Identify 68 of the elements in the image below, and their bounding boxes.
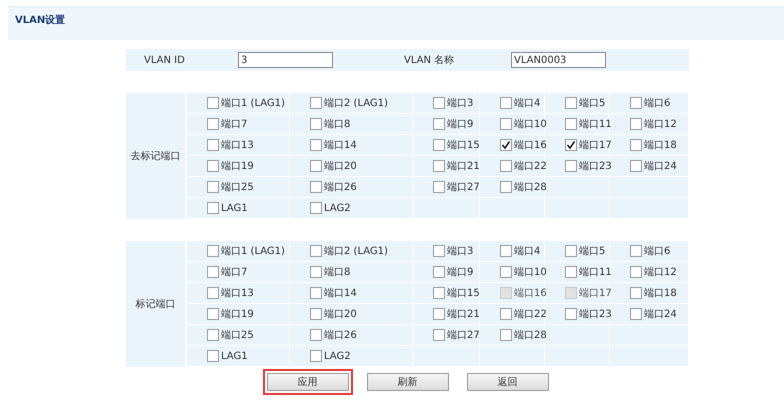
vlan-name-field[interactable]: VLAN0003 — [511, 52, 606, 68]
port-checkbox[interactable]: 端口11 — [565, 116, 612, 132]
checkmark-icon — [566, 140, 576, 150]
port-checkbox[interactable]: 端口8 — [310, 116, 350, 132]
port-checkbox[interactable]: 端口8 — [310, 264, 350, 280]
port-checkbox[interactable]: 端口25 — [207, 328, 254, 342]
port-checkbox[interactable]: 端口6 — [630, 96, 670, 110]
port-checkbox[interactable]: 端口22 — [500, 306, 547, 322]
port-checkbox[interactable]: 端口1 (LAG1) — [207, 244, 285, 258]
port-checkbox[interactable]: 端口2 (LAG1) — [310, 244, 388, 258]
port-checkbox[interactable]: 端口10 — [500, 264, 547, 280]
port-checkbox[interactable]: 端口18 — [630, 138, 677, 152]
port-checkbox[interactable]: 端口27 — [433, 180, 480, 194]
port-checkbox[interactable]: 端口4 — [500, 96, 540, 110]
action-button[interactable]: 应用 — [262, 369, 352, 395]
port-checkbox[interactable]: 端口5 — [565, 96, 606, 110]
checkmark-icon — [501, 140, 511, 150]
port-checkbox[interactable]: 端口20 — [310, 306, 357, 322]
port-checkbox[interactable]: 端口9 — [433, 116, 474, 132]
port-checkbox[interactable]: 端口19 — [207, 158, 254, 174]
port-checkbox[interactable]: 端口23 — [565, 306, 612, 322]
port-checkbox[interactable]: 端口26 — [310, 328, 357, 342]
port-checkbox[interactable]: 端口2 (LAG1) — [310, 96, 388, 110]
port-checkbox[interactable]: 端口9 — [433, 264, 474, 280]
port-checkbox[interactable]: 端口10 — [500, 116, 547, 132]
vlan-name-label: VLAN 名称 — [404, 54, 454, 66]
page-title: VLAN设置 — [15, 15, 66, 26]
port-checkbox[interactable]: 端口15 — [433, 286, 480, 300]
port-checkbox[interactable]: 端口23 — [565, 158, 612, 174]
port-checkbox[interactable]: LAG1 — [207, 348, 248, 364]
port-checkbox[interactable]: 端口3 — [433, 244, 474, 258]
port-checkbox[interactable]: 端口26 — [310, 180, 357, 194]
port-checkbox[interactable]: 端口16 — [500, 138, 547, 152]
port-checkbox[interactable]: 端口13 — [207, 138, 254, 152]
port-checkbox[interactable]: 端口28 — [500, 180, 547, 194]
port-checkbox[interactable]: 端口24 — [630, 158, 677, 174]
port-checkbox[interactable]: 端口27 — [433, 328, 480, 342]
port-checkbox[interactable]: 端口12 — [630, 264, 677, 280]
port-checkbox[interactable]: 端口25 — [207, 180, 254, 194]
port-checkbox[interactable]: 端口19 — [207, 306, 254, 322]
port-checkbox[interactable]: 端口14 — [310, 138, 357, 152]
port-checkbox[interactable]: 端口21 — [433, 158, 480, 174]
port-checkbox[interactable]: 端口15 — [433, 138, 480, 152]
port-checkbox[interactable]: 端口1 (LAG1) — [207, 96, 285, 110]
port-checkbox[interactable]: 端口4 — [500, 244, 540, 258]
port-checkbox[interactable]: 端口22 — [500, 158, 547, 174]
section-label: 标记端口 — [136, 298, 176, 312]
port-checkbox[interactable]: 端口7 — [207, 116, 248, 132]
port-checkbox[interactable]: 端口11 — [565, 264, 612, 280]
port-checkbox[interactable]: LAG1 — [207, 200, 248, 216]
port-checkbox[interactable]: 端口6 — [630, 244, 670, 258]
port-checkbox[interactable]: LAG2 — [310, 200, 351, 216]
section-label: 去标记端口 — [130, 150, 180, 164]
vlan-id-field[interactable]: 3 — [238, 52, 333, 68]
port-checkbox[interactable]: 端口3 — [433, 96, 474, 110]
port-checkbox[interactable]: 端口13 — [207, 286, 254, 300]
vlan-id-label: VLAN ID — [144, 54, 185, 66]
port-checkbox[interactable]: 端口18 — [630, 286, 677, 300]
port-checkbox[interactable]: 端口28 — [500, 328, 547, 342]
port-checkbox[interactable]: 端口7 — [207, 264, 248, 280]
port-checkbox[interactable]: 端口20 — [310, 158, 357, 174]
port-checkbox[interactable]: 端口24 — [630, 306, 677, 322]
port-checkbox[interactable]: 端口17 — [565, 138, 612, 152]
port-checkbox[interactable]: LAG2 — [310, 348, 351, 364]
port-checkbox[interactable]: 端口5 — [565, 244, 606, 258]
port-checkbox[interactable]: 端口14 — [310, 286, 357, 300]
port-checkbox[interactable]: 端口12 — [630, 116, 677, 132]
port-checkbox[interactable]: 端口21 — [433, 306, 480, 322]
